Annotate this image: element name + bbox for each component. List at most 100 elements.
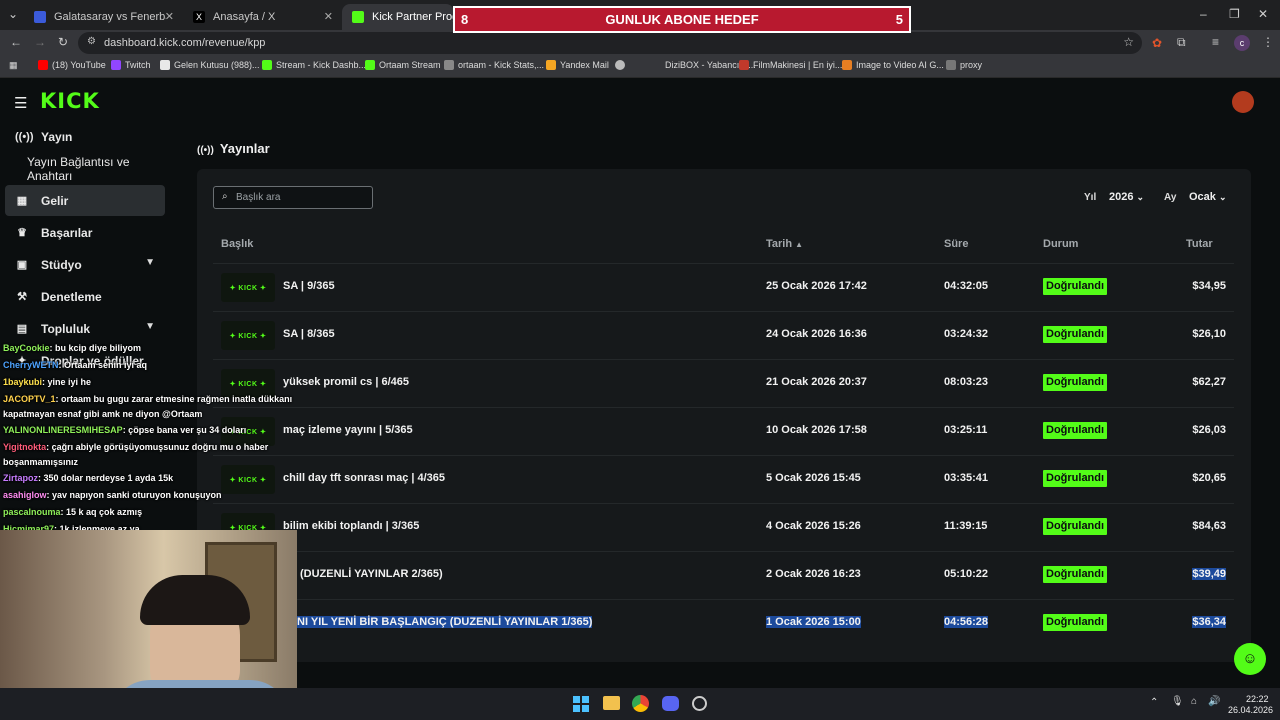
bookmark-dizibox[interactable] — [615, 60, 629, 70]
file-explorer-icon[interactable] — [603, 696, 620, 710]
row-title[interactable]: chill day tft sonrası maç | 4/365 — [283, 472, 445, 484]
kick-logo[interactable]: KICK — [40, 89, 100, 113]
nav-gelir[interactable]: ▦ Gelir — [5, 185, 165, 216]
column-header-duration[interactable]: Süre — [944, 238, 968, 250]
nav-basarilar[interactable]: ♛ Başarılar — [5, 217, 165, 248]
clock-time[interactable]: 22:22 — [1246, 694, 1269, 704]
bookmark-filmmakinesi[interactable]: FilmMakinesi | En iyi... — [739, 60, 842, 70]
table-row[interactable]: ✦ KICK ✦ maç izleme yayını | 5/365 10 Ocak… — [213, 407, 1234, 455]
row-title[interactable]: NI YIL YENİ BİR BAŞLANGIÇ (DUZENLİ YAYIN… — [297, 616, 593, 628]
chevron-down-icon[interactable]: ▼ — [145, 321, 155, 332]
nav-topluluk[interactable]: ▤ Topluluk ▼ — [5, 313, 165, 344]
column-header-amount[interactable]: Tutar — [1186, 238, 1213, 250]
bookmark-youtube[interactable]: (18) YouTube — [38, 60, 106, 70]
maximize-icon[interactable]: ❐ — [1229, 7, 1240, 21]
chat-username[interactable]: pascalnouma — [3, 507, 61, 517]
extensions-puzzle-icon[interactable]: ⧉ — [1177, 35, 1186, 50]
table-row[interactable]: ✦ KICK ✦ SA | 9/365 25 Ocak 2026 17:42 04:3… — [213, 263, 1234, 311]
row-amount: $26,10 — [1192, 328, 1226, 340]
tray-overflow-icon[interactable]: ⌃ — [1150, 697, 1158, 708]
bookmark-kick-dashboard[interactable]: Stream - Kick Dashb... — [262, 60, 366, 70]
year-select[interactable]: 2026 ⌄ — [1109, 191, 1144, 203]
menu-kebab-icon[interactable]: ⋮ — [1262, 35, 1274, 49]
status-badge: Doğrulandı — [1043, 422, 1108, 439]
column-header-date[interactable]: Tarih ▲ — [766, 238, 803, 250]
twitch-icon — [111, 60, 121, 70]
table-row[interactable]: NI YIL YENİ BİR BAŞLANGIÇ (DUZENLİ YAYIN… — [213, 599, 1234, 647]
month-select[interactable]: Ocak ⌄ — [1189, 191, 1227, 203]
nav-denetleme[interactable]: ⚒ Denetleme — [5, 281, 165, 312]
status-badge: Doğrulandı — [1043, 470, 1108, 487]
row-title[interactable]: SA | 8/365 — [283, 328, 335, 340]
chat-username[interactable]: JACOPTV_1 — [3, 394, 56, 404]
chat-username[interactable]: Zirtapoz — [3, 473, 38, 483]
close-tab-icon[interactable]: ✕ — [165, 10, 174, 23]
browser-toolbar: ← → ↻ ⚙ dashboard.kick.com/revenue/kpp ☆… — [0, 30, 1280, 56]
column-header-status[interactable]: Durum — [1043, 238, 1078, 250]
tab-label: Anasayfa / X — [213, 11, 276, 23]
bookmark-kick-stats[interactable]: ortaam - Kick Stats,... — [444, 60, 544, 70]
search-input[interactable]: ⌕ Başlık ara — [213, 186, 373, 209]
media-controls-icon[interactable]: ≡ — [1212, 35, 1219, 49]
chat-username[interactable]: 1baykubi — [3, 377, 42, 387]
chat-username[interactable]: asahiglow — [3, 490, 47, 500]
yandex-mail-icon — [546, 60, 556, 70]
hamburger-menu-icon[interactable]: ☰ — [14, 94, 27, 112]
microphone-icon[interactable]: 🎙 — [1171, 696, 1184, 707]
table-row[interactable]: ✦ KICK ✦ yüksek promil cs | 6/465 21 Ocak … — [213, 359, 1234, 407]
support-chat-icon[interactable]: ☺ — [1234, 643, 1266, 675]
profile-avatar[interactable]: c — [1234, 35, 1250, 51]
minimize-icon[interactable]: – — [1200, 7, 1207, 21]
nav-studyo[interactable]: ▣ Stüdyo ▼ — [5, 249, 165, 280]
chat-username[interactable]: CherryWETN — [3, 360, 59, 370]
bookmark-ortaam-stream[interactable]: Ortaam Stream — [365, 60, 441, 70]
close-window-icon[interactable]: ✕ — [1258, 7, 1268, 21]
discord-icon[interactable] — [662, 696, 679, 711]
tab-kick[interactable]: Kick Partner Program - K — [342, 4, 454, 30]
streams-table-panel: ⌕ Başlık ara Yıl 2026 ⌄ Ay Ocak ⌄ Başlık… — [197, 169, 1251, 662]
apps-grid-icon[interactable]: ▦ — [9, 60, 18, 71]
settings-icon[interactable] — [692, 696, 707, 711]
back-icon[interactable]: ← — [10, 35, 22, 49]
chat-username[interactable]: YALINONLINERESMIHESAP — [3, 425, 123, 435]
nav-stream-key[interactable]: Yayın Bağlantısı ve Anahtarı — [5, 153, 165, 184]
reload-icon[interactable]: ↻ — [58, 35, 68, 49]
bookmark-proxy[interactable]: proxy — [946, 60, 982, 70]
address-bar[interactable]: ⚙ dashboard.kick.com/revenue/kpp ☆ — [78, 32, 1142, 54]
table-row[interactable]: (DUZENLİ YAYINLAR 2/365) 2 Ocak 2026 16:2… — [213, 551, 1234, 599]
tab-galatasaray[interactable]: Galatasaray vs Fenerbahçe live ✕ — [24, 4, 182, 30]
site-info-icon[interactable]: ⚙ — [87, 36, 96, 47]
row-title[interactable]: maç izleme yayını | 5/365 — [283, 424, 413, 436]
row-title[interactable]: SA | 9/365 — [283, 280, 335, 292]
user-avatar[interactable] — [1232, 91, 1254, 113]
bookmark-yandex-mail[interactable]: Yandex Mail — [546, 60, 609, 70]
table-row[interactable]: ✦ KICK ✦ SA | 8/365 24 Ocak 2026 16:36 03:2… — [213, 311, 1234, 359]
row-title[interactable]: bilim ekibi toplandı | 3/365 — [283, 520, 419, 532]
volume-icon[interactable]: 🔊 — [1208, 696, 1220, 707]
clock-date[interactable]: 26.04.2026 — [1228, 705, 1273, 715]
tab-search-icon[interactable]: ⌄ — [8, 7, 18, 21]
bookmark-twitch[interactable]: Twitch — [111, 60, 151, 70]
row-title[interactable]: yüksek promil cs | 6/465 — [283, 376, 409, 388]
chat-username[interactable]: Yigitnokta — [3, 442, 46, 452]
windows-start-icon[interactable] — [573, 696, 589, 712]
bookmark-image-to-video[interactable]: Image to Video AI G... — [842, 60, 944, 70]
forward-icon[interactable]: → — [34, 35, 46, 49]
bookmark-gmail[interactable]: Gelen Kutusu (988)... — [160, 60, 260, 70]
bookmark-label: Twitch — [125, 60, 151, 70]
table-row[interactable]: ✦ KICK ✦ chill day tft sonrası maç | 4/36… — [213, 455, 1234, 503]
chat-username[interactable]: BayCookie — [3, 343, 50, 353]
chrome-icon[interactable] — [632, 695, 649, 712]
row-title[interactable]: (DUZENLİ YAYINLAR 2/365) — [300, 568, 443, 580]
goal-current: 8 — [461, 12, 469, 27]
column-header-title[interactable]: Başlık — [221, 238, 253, 250]
network-icon[interactable]: ⌂ — [1191, 696, 1197, 707]
nav-yayin[interactable]: ((•)) Yayın — [5, 121, 165, 152]
bookmark-star-icon[interactable]: ☆ — [1123, 35, 1134, 49]
extension-icon[interactable]: ✿ — [1152, 36, 1162, 50]
tab-x[interactable]: X Anasayfa / X ✕ — [183, 4, 341, 30]
table-row[interactable]: ✦ KICK ✦ bilim ekibi toplandı | 3/365 4 Oc… — [213, 503, 1234, 551]
row-duration: 08:03:23 — [944, 376, 989, 388]
chevron-down-icon[interactable]: ▼ — [145, 257, 155, 268]
close-tab-icon[interactable]: ✕ — [324, 10, 333, 23]
